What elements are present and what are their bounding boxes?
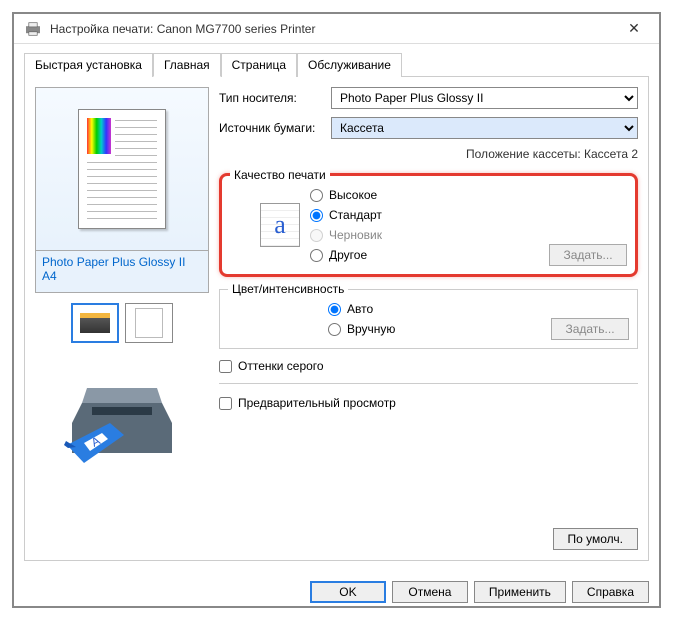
content: Быстрая установка Главная Страница Обслу… — [14, 44, 659, 571]
grayscale-row[interactable]: Оттенки серого — [219, 359, 638, 373]
rainbow-swatch-icon — [87, 118, 111, 154]
page-preview — [78, 109, 166, 229]
quality-sample-icon: a — [260, 203, 300, 247]
color-manual-row[interactable]: Вручную Задать... — [328, 320, 629, 338]
tray-selector — [35, 303, 209, 343]
blank-page-icon — [135, 308, 163, 338]
grayscale-label: Оттенки серого — [238, 359, 324, 373]
color-auto-row[interactable]: Авто — [328, 300, 629, 318]
printer-icon — [24, 22, 42, 36]
quality-standard-label: Стандарт — [329, 208, 382, 222]
quality-other-label: Другое — [329, 248, 367, 262]
dialog-footer: OK Отмена Применить Справка — [14, 571, 659, 613]
paper-source-select[interactable]: Кассета — [331, 117, 638, 139]
quality-draft-label: Черновик — [329, 228, 382, 242]
tab-service[interactable]: Обслуживание — [297, 53, 402, 77]
quality-standard-row[interactable]: Стандарт — [310, 206, 627, 224]
tray-option-blank[interactable] — [125, 303, 173, 343]
tab-bar: Быстрая установка Главная Страница Обслу… — [24, 52, 649, 77]
tab-panel-main: Photo Paper Plus Glossy II A4 A — [24, 77, 649, 561]
print-quality-group: Качество печати a Высокое Стандарт Черно… — [219, 173, 638, 277]
quality-draft-row: Черновик — [310, 226, 627, 244]
color-set-button: Задать... — [551, 318, 629, 340]
media-type-select[interactable]: Photo Paper Plus Glossy II — [331, 87, 638, 109]
grayscale-checkbox[interactable] — [219, 360, 232, 373]
preview-checkbox[interactable] — [219, 397, 232, 410]
cancel-button[interactable]: Отмена — [392, 581, 468, 603]
divider — [219, 383, 638, 384]
color-auto-radio[interactable] — [328, 303, 341, 316]
tab-main[interactable]: Главная — [153, 53, 221, 77]
quality-high-label: Высокое — [329, 188, 377, 202]
quality-draft-radio — [310, 229, 323, 242]
media-type-label: Тип носителя: — [219, 91, 323, 105]
preview-label: Предварительный просмотр — [238, 396, 396, 410]
color-intensity-title: Цвет/интенсивность — [228, 282, 348, 296]
quality-high-row[interactable]: Высокое — [310, 186, 627, 204]
printer-illustration: A — [62, 373, 182, 473]
print-quality-title: Качество печати — [230, 168, 330, 182]
apply-button[interactable]: Применить — [474, 581, 566, 603]
tab-page[interactable]: Страница — [221, 53, 297, 77]
paper-info-label: Photo Paper Plus Glossy II A4 — [35, 251, 209, 293]
right-column: Тип носителя: Photo Paper Plus Glossy II… — [219, 87, 638, 550]
ok-button[interactable]: OK — [310, 581, 386, 603]
quality-standard-radio[interactable] — [310, 209, 323, 222]
dialog-window: Настройка печати: Canon MG7700 series Pr… — [12, 12, 661, 608]
color-intensity-group: Цвет/интенсивность Авто Вручную Задать..… — [219, 289, 638, 349]
tab-quick-setup[interactable]: Быстрая установка — [24, 53, 153, 77]
quality-other-row[interactable]: Другое Задать... — [310, 246, 627, 264]
paper-source-row: Источник бумаги: Кассета — [219, 117, 638, 139]
preview-lines — [115, 120, 157, 162]
close-button[interactable]: ✕ — [619, 20, 649, 37]
quality-set-button: Задать... — [549, 244, 627, 266]
cartridge-icon — [80, 313, 110, 333]
media-type-row: Тип носителя: Photo Paper Plus Glossy II — [219, 87, 638, 109]
titlebar: Настройка печати: Canon MG7700 series Pr… — [14, 14, 659, 44]
paper-source-label: Источник бумаги: — [219, 121, 323, 135]
quality-high-radio[interactable] — [310, 189, 323, 202]
preview-lines2 — [87, 162, 157, 225]
defaults-button[interactable]: По умолч. — [553, 528, 638, 550]
color-manual-radio[interactable] — [328, 323, 341, 336]
page-preview-box — [35, 87, 209, 251]
help-button[interactable]: Справка — [572, 581, 649, 603]
tray-option-cartridge[interactable] — [71, 303, 119, 343]
color-auto-label: Авто — [347, 302, 373, 316]
preview-row[interactable]: Предварительный просмотр — [219, 396, 638, 410]
quality-other-radio[interactable] — [310, 249, 323, 262]
defaults-area: По умолч. — [553, 528, 638, 550]
color-manual-label: Вручную — [347, 322, 395, 336]
cassette-position-label: Положение кассеты: Кассета 2 — [219, 147, 638, 161]
left-column: Photo Paper Plus Glossy II A4 A — [35, 87, 209, 550]
window-title: Настройка печати: Canon MG7700 series Pr… — [50, 22, 619, 36]
